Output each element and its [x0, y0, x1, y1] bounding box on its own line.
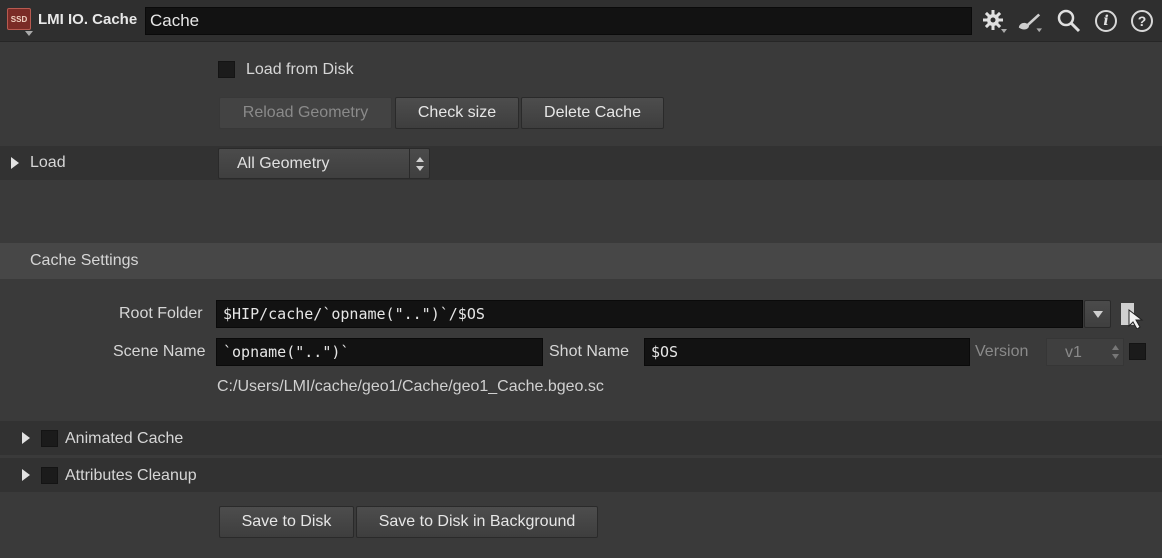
version-value: v1 — [1065, 344, 1082, 361]
load-from-disk-checkbox[interactable] — [218, 61, 235, 78]
root-folder-menu-button[interactable] — [1084, 300, 1111, 328]
load-select[interactable]: All Geometry — [218, 148, 430, 179]
cache-settings-tab[interactable]: Cache Settings — [0, 243, 1162, 279]
root-folder-field[interactable]: $HIP/cache/`opname("..")`/$OS — [216, 300, 1083, 328]
delete-cache-button[interactable]: Delete Cache — [521, 97, 664, 129]
shot-name-label: Shot Name — [549, 343, 630, 360]
version-label: Version — [975, 343, 1029, 360]
output-path-label: C:/Users/LMI/cache/geo1/Cache/geo1_Cache… — [217, 378, 604, 395]
version-select[interactable]: v1 — [1046, 338, 1124, 366]
shot-name-field[interactable]: $OS — [644, 338, 970, 366]
gear-icon[interactable] — [981, 8, 1007, 34]
file-browse-icon[interactable] — [1120, 301, 1144, 330]
load-select-value: All Geometry — [237, 155, 330, 172]
expand-triangle-icon[interactable] — [22, 432, 30, 444]
load-folder-label: Load — [30, 154, 66, 171]
attributes-cleanup-label: Attributes Cleanup — [65, 467, 197, 484]
node-type-label: LMI IO. Cache — [38, 11, 138, 28]
divider — [409, 149, 410, 178]
parameter-header: SSD LMI IO. Cache Cache i ? — [0, 0, 1162, 42]
scene-name-label: Scene Name — [113, 343, 206, 360]
reload-geometry-button[interactable]: Reload Geometry — [219, 97, 392, 129]
cache-settings-title: Cache Settings — [30, 252, 139, 269]
chevron-down-icon — [25, 31, 33, 36]
root-folder-label: Root Folder — [119, 305, 203, 322]
search-icon[interactable] — [1056, 8, 1082, 34]
version-enable-checkbox[interactable] — [1129, 343, 1146, 360]
chevron-down-icon — [1093, 311, 1103, 318]
attributes-cleanup-folder[interactable]: Attributes Cleanup — [0, 458, 1162, 492]
paint-brush-icon[interactable] — [1016, 8, 1042, 34]
up-down-arrows-icon — [1112, 345, 1119, 359]
expand-triangle-icon[interactable] — [22, 469, 30, 481]
load-from-disk-label: Load from Disk — [246, 61, 354, 78]
save-to-disk-background-button[interactable]: Save to Disk in Background — [356, 506, 598, 538]
help-icon[interactable]: ? — [1129, 8, 1155, 34]
info-icon[interactable]: i — [1093, 8, 1119, 34]
animated-cache-label: Animated Cache — [65, 430, 184, 447]
node-name-field[interactable]: Cache — [145, 7, 972, 35]
node-type-icon[interactable]: SSD — [7, 8, 31, 30]
check-size-button[interactable]: Check size — [395, 97, 519, 129]
attributes-cleanup-checkbox[interactable] — [41, 467, 58, 484]
scene-name-field[interactable]: `opname("..")` — [216, 338, 543, 366]
animated-cache-checkbox[interactable] — [41, 430, 58, 447]
up-down-arrows-icon — [416, 157, 424, 171]
load-folder[interactable]: Load All Geometry — [0, 146, 1162, 180]
animated-cache-folder[interactable]: Animated Cache — [0, 421, 1162, 455]
save-to-disk-button[interactable]: Save to Disk — [219, 506, 354, 538]
expand-triangle-icon[interactable] — [11, 157, 19, 169]
